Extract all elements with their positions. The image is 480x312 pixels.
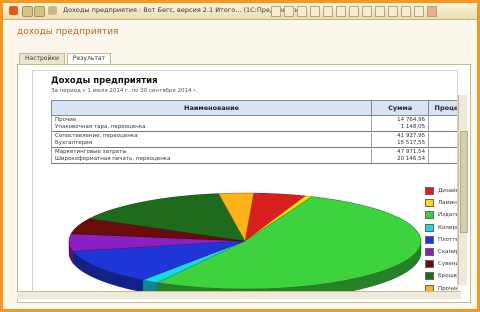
legend-item: Копирование xyxy=(425,223,457,232)
back-icon[interactable] xyxy=(22,6,33,17)
legend-swatch xyxy=(425,272,434,281)
income-pie-chart xyxy=(68,192,422,297)
legend-item: Дизайн xyxy=(425,187,458,195)
legend-label: Сканирование xyxy=(438,249,458,255)
legend-swatch xyxy=(425,223,434,232)
window-title: Доходы предприятия : Вот Бегс, версия 2.… xyxy=(63,6,306,14)
horizontal-scrollbar[interactable] xyxy=(17,291,461,299)
toolbar xyxy=(271,6,437,17)
legend-label: Копирование xyxy=(438,224,457,231)
tab-settings[interactable]: Настройки xyxy=(19,53,65,64)
info-icon[interactable] xyxy=(388,6,398,17)
paste-icon[interactable] xyxy=(310,6,320,17)
minimize-icon[interactable] xyxy=(401,6,411,17)
legend-item: Плоттерная печать xyxy=(425,235,457,244)
search-icon[interactable] xyxy=(323,6,333,17)
legend-item: Сувенирная продукция xyxy=(425,260,457,269)
legend-item: Ламинация xyxy=(425,199,457,208)
legend-swatch xyxy=(425,211,434,220)
legend-label: Издательство xyxy=(438,212,458,219)
legend-swatch xyxy=(425,260,434,269)
vertical-scroll-thumb[interactable] xyxy=(460,131,468,233)
tab-result[interactable]: Результат xyxy=(66,53,111,64)
memory-plus-icon[interactable] xyxy=(362,6,372,17)
title-bar: Доходы предприятия : Вот Бегс, версия 2.… xyxy=(3,3,477,20)
legend-label: Ламинация xyxy=(438,200,457,207)
result-panel: Доходы предприятия За период с 1 июля 20… xyxy=(17,64,471,303)
tab-bar: Настройки Результат xyxy=(19,53,111,64)
legend-label: Плоттерная печать xyxy=(438,236,457,243)
calculator-icon[interactable] xyxy=(336,6,346,17)
close-icon[interactable] xyxy=(427,6,437,17)
vertical-scrollbar[interactable] xyxy=(458,95,468,285)
legend-label: Дизайн xyxy=(438,188,458,194)
menu-icon[interactable] xyxy=(48,6,57,15)
legend-item: Брошюровка xyxy=(425,272,458,281)
legend-label: Сувенирная продукция xyxy=(438,261,457,268)
legend-swatch xyxy=(425,187,434,195)
print-icon[interactable] xyxy=(271,6,281,17)
legend-item: Сканирование xyxy=(425,248,458,256)
document-title: доходы предприятия xyxy=(17,27,119,37)
memory-minus-icon[interactable] xyxy=(375,6,385,17)
app-window: Доходы предприятия : Вот Бегс, версия 2.… xyxy=(0,0,480,312)
calendar-icon[interactable] xyxy=(349,6,359,17)
app-logo-icon xyxy=(9,6,18,15)
report-sheet[interactable]: Доходы предприятия За период с 1 июля 20… xyxy=(32,70,458,298)
legend-item: Издательство xyxy=(425,211,458,220)
legend-label: Брошюровка xyxy=(438,273,458,280)
legend-swatch xyxy=(425,248,434,256)
forward-icon[interactable] xyxy=(34,6,45,17)
copy-icon[interactable] xyxy=(297,6,307,17)
save-icon[interactable] xyxy=(284,6,294,17)
legend-swatch xyxy=(425,199,434,208)
legend-swatch xyxy=(425,235,434,244)
maximize-icon[interactable] xyxy=(414,6,424,17)
